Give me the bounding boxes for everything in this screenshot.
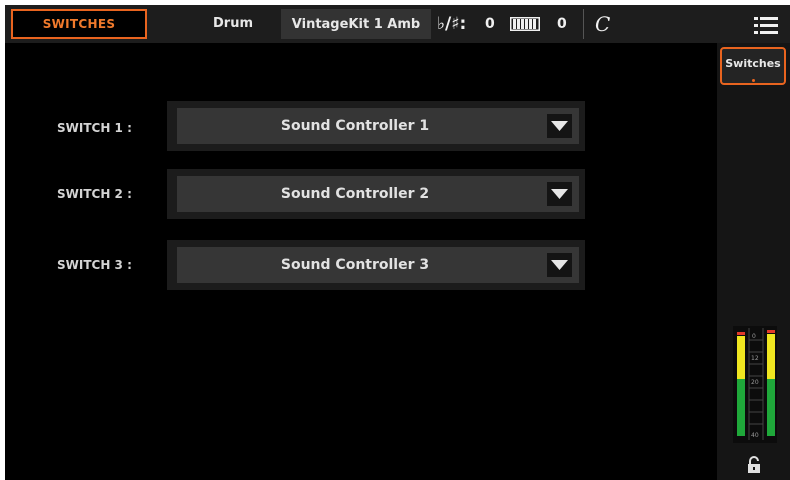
sidebar-tab-switches[interactable]: Switches [720,47,786,85]
switch-3-dropdown[interactable]: Sound Controller 3 [177,247,579,283]
right-sidebar: Switches 0 12 20 40 [717,43,790,480]
meter-tick-40: 40 [751,432,759,439]
switch-1-dropdown[interactable]: Sound Controller 1 [177,108,579,144]
chevron-down-icon[interactable] [547,114,572,138]
chevron-down-icon[interactable] [547,253,572,277]
meter-tick-0: 0 [752,333,756,340]
switch-3-panel: Sound Controller 3 [167,240,585,290]
menu-icon[interactable] [754,17,778,34]
drum-label[interactable]: Drum [213,5,253,43]
meter-tick-12: 12 [751,355,759,362]
page-tab-switches[interactable]: SWITCHES [11,9,147,39]
chord-icon[interactable]: C [595,5,610,43]
switch-1-label: SWITCH 1 : [57,121,132,135]
transpose-value[interactable]: 0 [485,5,495,43]
switch-2-label: SWITCH 2 : [57,187,132,201]
switch-2-dropdown[interactable]: Sound Controller 2 [177,176,579,212]
chevron-down-icon[interactable] [547,182,572,206]
switch-1-panel: Sound Controller 1 [167,101,585,151]
switch-2-value: Sound Controller 2 [280,186,430,202]
active-dot [752,79,755,82]
switch-2-panel: Sound Controller 2 [167,169,585,219]
top-bar: SWITCHES Drum VintageKit 1 Amb ♭/♯: 0 0 … [5,5,790,43]
switch-1-value: Sound Controller 1 [280,118,430,134]
transpose-label[interactable]: ♭/♯: [437,5,466,43]
lock-icon[interactable] [746,456,762,474]
switch-3-label: SWITCH 3 : [57,258,132,272]
switch-3-value: Sound Controller 3 [280,257,430,273]
level-meter: 0 12 20 40 [733,326,777,443]
screen: SWITCHES Drum VintageKit 1 Amb ♭/♯: 0 0 … [5,5,790,480]
keyboard-icon[interactable] [510,17,540,31]
octave-value[interactable]: 0 [557,5,567,43]
meter-tick-20: 20 [751,379,759,386]
divider [583,9,584,39]
sidebar-tab-label: Switches [725,57,781,70]
kit-name-display[interactable]: VintageKit 1 Amb [281,9,431,39]
